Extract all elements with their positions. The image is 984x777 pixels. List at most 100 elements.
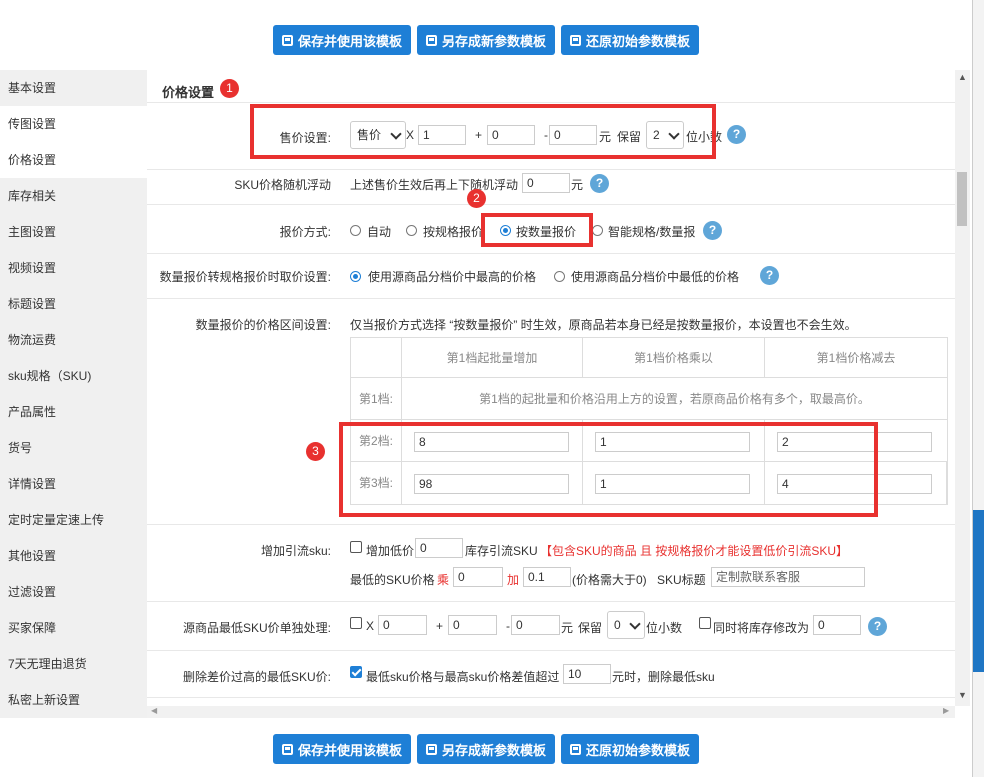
sidebar-item-buyer-protection[interactable]: 买家保障 bbox=[0, 610, 147, 646]
quantity-to-spec-price-row: 数量报价转规格报价时取价设置: 使用源商品分档价中最高的价格 使用源商品分档价中… bbox=[147, 254, 955, 299]
min-sku-stock-label: 同时将库存修改为 bbox=[713, 621, 810, 635]
quote-mode-option-by-spec: 按规格报价 bbox=[423, 225, 484, 239]
min-sku-multiply-sign: X bbox=[366, 619, 375, 633]
min-sku-decimals-suffix: 位小数 bbox=[646, 621, 683, 635]
horizontal-scrollbar[interactable]: ◀ ▶ bbox=[147, 706, 955, 718]
min-sku-plus-sign: + bbox=[436, 619, 444, 633]
save-icon bbox=[570, 743, 581, 755]
delete-high-diff-input[interactable]: 10 bbox=[563, 664, 611, 684]
sidebar-item-inventory[interactable]: 库存相关 bbox=[0, 178, 147, 214]
vertical-scrollbar[interactable]: ▲ ▼ bbox=[955, 70, 970, 706]
quote-mode-radio-auto[interactable] bbox=[350, 225, 361, 236]
scroll-right-arrow-icon[interactable]: ▶ bbox=[943, 706, 949, 715]
tier-table-corner bbox=[351, 338, 402, 378]
min-sku-minus-sign: - bbox=[506, 619, 510, 633]
convert-option-highest: 使用源商品分档价中最高的价格 bbox=[368, 270, 537, 284]
save-icon bbox=[570, 34, 581, 46]
sidebar-item-main-image[interactable]: 主图设置 bbox=[0, 214, 147, 250]
delete-high-diff-text-before: 最低sku价格与最高sku价格差值超过 bbox=[366, 670, 560, 684]
background-page-strip bbox=[972, 0, 984, 777]
delete-high-diff-row: 删除差价过高的最低SKU价: 最低sku价格与最高sku价格差值超过 10 元时… bbox=[147, 651, 955, 698]
sidebar-item-sku-spec[interactable]: sku规格（SKU) bbox=[0, 358, 147, 394]
min-sku-add-input[interactable]: 0 bbox=[448, 615, 497, 635]
min-sku-stock-input[interactable]: 0 bbox=[813, 615, 861, 635]
quote-mode-help-icon[interactable]: ? bbox=[703, 221, 722, 240]
traffic-sku-count-input[interactable]: 0 bbox=[415, 538, 463, 558]
sidebar-item-item-number[interactable]: 货号 bbox=[0, 430, 147, 466]
price-hint: (价格需大于0) bbox=[572, 573, 647, 587]
convert-option-lowest: 使用源商品分档价中最低的价格 bbox=[571, 270, 740, 284]
scroll-down-arrow-icon[interactable]: ▼ bbox=[958, 690, 967, 700]
sku-random-float-desc: 上述售价生效后再上下随机浮动 bbox=[350, 178, 519, 192]
convert-radio-lowest[interactable] bbox=[554, 271, 565, 282]
scroll-up-arrow-icon[interactable]: ▲ bbox=[958, 72, 967, 82]
sku-random-float-label: SKU价格随机浮动 bbox=[234, 178, 331, 192]
sku-random-float-help-icon[interactable]: ? bbox=[590, 174, 609, 193]
annotation-badge-2: 2 bbox=[467, 189, 486, 208]
delete-high-diff-checkbox[interactable] bbox=[350, 666, 362, 678]
min-sku-checkbox[interactable] bbox=[350, 617, 362, 629]
price-setting-highlight bbox=[250, 104, 716, 159]
sidebar-item-basic[interactable]: 基本设置 bbox=[0, 70, 147, 106]
save-and-use-template-button[interactable]: 保存并使用该模板 bbox=[272, 25, 411, 55]
convert-radio-highest[interactable] bbox=[350, 271, 361, 282]
settings-sidebar: 基本设置 传图设置 价格设置 库存相关 主图设置 视频设置 标题设置 物流运费 … bbox=[0, 70, 147, 718]
sidebar-item-shipping[interactable]: 物流运费 bbox=[0, 322, 147, 358]
convert-help-icon[interactable]: ? bbox=[760, 266, 779, 285]
sku-random-float-unit: 元 bbox=[571, 178, 584, 192]
scroll-left-arrow-icon[interactable]: ◀ bbox=[151, 706, 157, 715]
section-header: 价格设置 1 bbox=[147, 70, 955, 103]
restore-default-template-button-bottom[interactable]: 还原初始参数模板 bbox=[561, 734, 700, 764]
top-button-bar: 保存并使用该模板 另存成新参数模板 还原初始参数模板 bbox=[0, 25, 972, 55]
quantity-to-spec-label: 数量报价转规格报价时取价设置: bbox=[159, 270, 331, 284]
sku-random-float-input[interactable]: 0 bbox=[522, 173, 570, 193]
price-settings-panel: 价格设置 1 售价设置: 售价 X 1 + 0 - 0 元 保留 2 位小数 ?… bbox=[147, 70, 955, 706]
save-icon bbox=[425, 34, 437, 46]
min-sku-stock-checkbox[interactable] bbox=[699, 617, 711, 629]
min-sku-help-icon[interactable]: ? bbox=[868, 617, 887, 636]
min-sku-price-row: 源商品最低SKU价单独处理: X 0 + 0 - 0 元 保留 0 位小数 同时… bbox=[147, 602, 955, 651]
min-sku-multiplier-input[interactable]: 0 bbox=[378, 615, 427, 635]
traffic-sku-checkbox[interactable] bbox=[350, 541, 362, 553]
price-setting-help-icon[interactable]: ? bbox=[727, 125, 746, 144]
tier-header-batch-increase: 第1档起批量增加 bbox=[402, 338, 583, 378]
restore-default-template-button[interactable]: 还原初始参数模板 bbox=[561, 25, 700, 55]
sidebar-item-private-listing[interactable]: 私密上新设置 bbox=[0, 682, 147, 718]
sku-title-input[interactable]: 定制款联系客服 bbox=[711, 567, 865, 587]
save-as-new-template-button[interactable]: 另存成新参数模板 bbox=[416, 25, 555, 55]
min-sku-decimals-select[interactable]: 0 bbox=[607, 611, 645, 639]
min-sku-subtract-input[interactable]: 0 bbox=[511, 615, 560, 635]
sidebar-item-attributes[interactable]: 产品属性 bbox=[0, 394, 147, 430]
tier-values-highlight bbox=[339, 422, 878, 517]
sidebar-item-video[interactable]: 视频设置 bbox=[0, 250, 147, 286]
sidebar-item-other[interactable]: 其他设置 bbox=[0, 538, 147, 574]
quote-mode-label: 报价方式: bbox=[279, 225, 331, 239]
tier-header-price-subtract: 第1档价格减去 bbox=[765, 338, 947, 378]
section-title: 价格设置 bbox=[162, 85, 215, 100]
sidebar-item-filter[interactable]: 过滤设置 bbox=[0, 574, 147, 610]
sidebar-item-image-upload[interactable]: 传图设置 bbox=[0, 106, 147, 142]
save-and-use-template-button-bottom[interactable]: 保存并使用该模板 bbox=[272, 734, 411, 764]
tier1-label: 第1档: bbox=[351, 378, 402, 420]
sidebar-item-price[interactable]: 价格设置 bbox=[0, 142, 147, 178]
traffic-sku-label: 增加引流sku: bbox=[260, 544, 331, 558]
save-icon bbox=[425, 743, 437, 755]
quote-mode-radio-by-spec[interactable] bbox=[406, 225, 417, 236]
traffic-sku-multiply-input[interactable]: 0 bbox=[453, 567, 503, 587]
tier-price-note: 仅当报价方式选择 “按数量报价” 时生效，原商品若本身已经是按数量报价，本设置也… bbox=[350, 318, 857, 332]
save-as-new-template-button-bottom[interactable]: 另存成新参数模板 bbox=[416, 734, 555, 764]
delete-high-diff-text-after: 元时，删除最低sku bbox=[612, 670, 715, 684]
sku-title-label: SKU标题 bbox=[657, 573, 706, 587]
delete-high-diff-label: 删除差价过高的最低SKU价: bbox=[182, 670, 331, 684]
sidebar-item-details[interactable]: 详情设置 bbox=[0, 466, 147, 502]
sku-random-float-row: SKU价格随机浮动 上述售价生效后再上下随机浮动 0 元 ? bbox=[147, 170, 955, 205]
background-accent-block bbox=[973, 510, 984, 672]
traffic-sku-warning: 【包含SKU的商品 且 按规格报价才能设置低价引流SKU】 bbox=[540, 544, 849, 558]
sidebar-item-7day-return[interactable]: 7天无理由退货 bbox=[0, 646, 147, 682]
sidebar-item-scheduled-upload[interactable]: 定时定量定速上传 bbox=[0, 502, 147, 538]
traffic-sku-check-label: 增加低价 bbox=[366, 544, 415, 558]
sidebar-item-title[interactable]: 标题设置 bbox=[0, 286, 147, 322]
vertical-scrollbar-thumb[interactable] bbox=[957, 172, 967, 226]
traffic-sku-add-input[interactable]: 0.1 bbox=[523, 567, 571, 587]
quote-mode-radio-smart[interactable] bbox=[592, 225, 603, 236]
